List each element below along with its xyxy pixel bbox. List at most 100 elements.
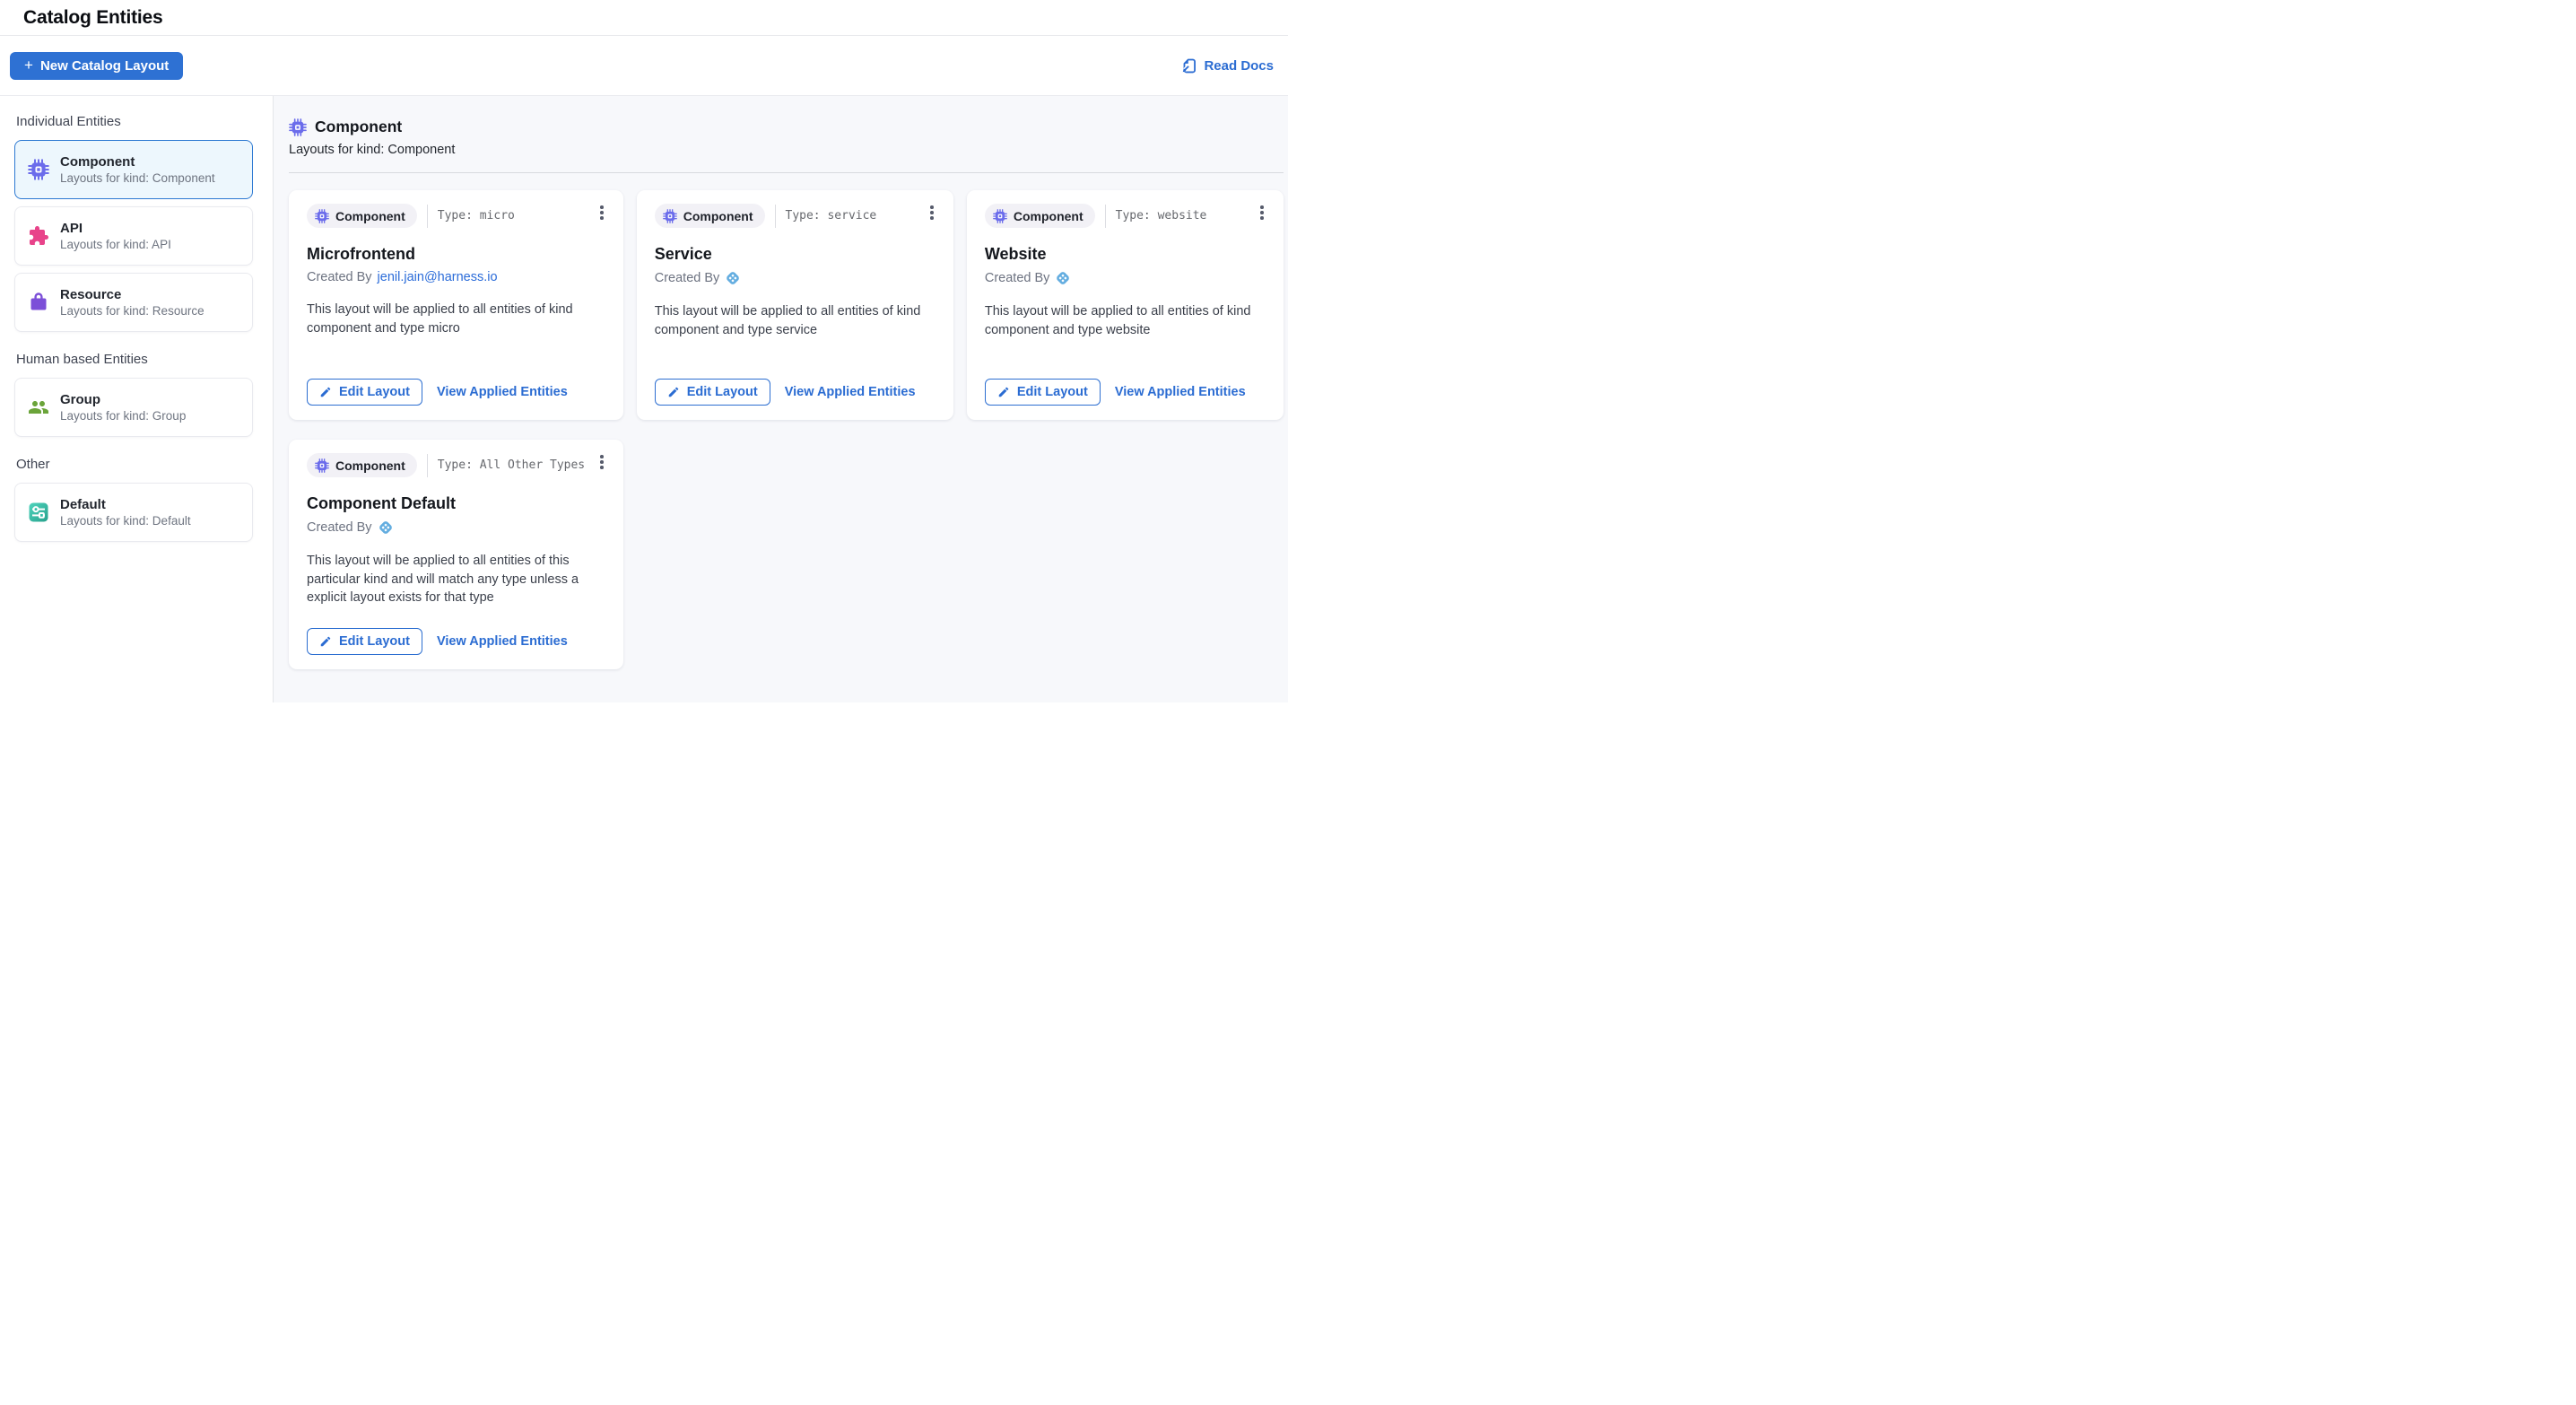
briefcase-icon <box>28 292 49 313</box>
badge-label: Component <box>335 458 405 473</box>
read-docs-link[interactable]: Read Docs <box>1180 57 1274 74</box>
content-split: Individual Entities Component Layouts fo… <box>0 95 1288 702</box>
sidebar-item-subtitle: Layouts for kind: API <box>60 238 171 251</box>
created-by-label: Created By <box>307 520 372 535</box>
edit-layout-button[interactable]: Edit Layout <box>655 379 770 406</box>
layout-cards-grid: Component Type: micro Microfrontend Crea… <box>289 190 1284 669</box>
kebab-menu-icon[interactable] <box>595 202 609 223</box>
harness-logo-icon <box>1055 270 1071 286</box>
read-docs-label: Read Docs <box>1204 58 1274 74</box>
top-bar: Catalog Entities <box>0 0 1288 36</box>
kind-subheading: Layouts for kind: Component <box>289 143 1284 157</box>
layout-description: This layout will be applied to all entit… <box>307 301 592 337</box>
kind-badge: Component <box>985 204 1095 228</box>
edit-layout-button[interactable]: Edit Layout <box>985 379 1101 406</box>
type-text: Type: micro <box>438 209 515 223</box>
sidebar-item-subtitle: Layouts for kind: Component <box>60 171 215 185</box>
sidebar-section-other: Other Default Layouts for kind: Default <box>14 457 253 542</box>
harness-logo-icon <box>378 519 394 536</box>
created-by-label: Created By <box>655 271 720 285</box>
layouts-panel: Component Layouts for kind: Component Co… <box>274 96 1288 702</box>
pencil-icon <box>319 386 332 398</box>
kind-badge: Component <box>307 204 417 228</box>
sidebar-item-default[interactable]: Default Layouts for kind: Default <box>14 483 253 542</box>
new-catalog-layout-label: New Catalog Layout <box>40 58 169 74</box>
view-applied-entities-link[interactable]: View Applied Entities <box>437 385 568 399</box>
kebab-menu-icon[interactable] <box>595 451 609 473</box>
type-text: Type: All Other Types <box>438 458 585 472</box>
kind-badge: Component <box>655 204 765 228</box>
sidebar-item-subtitle: Layouts for kind: Resource <box>60 304 205 318</box>
view-applied-entities-link[interactable]: View Applied Entities <box>785 385 916 399</box>
sliders-icon <box>28 502 49 523</box>
kind-header: Component <box>289 118 1284 136</box>
layout-title: Component Default <box>307 494 609 513</box>
plus-icon: + <box>24 57 33 73</box>
sidebar-item-api[interactable]: API Layouts for kind: API <box>14 206 253 266</box>
edit-layout-button[interactable]: Edit Layout <box>307 628 422 655</box>
sidebar-item-title: Default <box>60 497 191 512</box>
kind-badge: Component <box>307 453 417 477</box>
sidebar-item-subtitle: Layouts for kind: Group <box>60 409 186 423</box>
kind-heading: Component <box>315 118 402 136</box>
kebab-menu-icon[interactable] <box>1255 202 1269 223</box>
component-chip-icon <box>663 209 677 223</box>
badge-label: Component <box>335 209 405 223</box>
vertical-divider <box>1105 205 1106 228</box>
sidebar-section-human: Human based Entities Group Layouts for k… <box>14 352 253 437</box>
catalog-entities-page: Catalog Entities + New Catalog Layout Re… <box>0 0 1288 702</box>
sidebar-item-component[interactable]: Component Layouts for kind: Component <box>14 140 253 199</box>
sidebar-item-title: Resource <box>60 287 205 302</box>
badge-label: Component <box>1014 209 1083 223</box>
puzzle-icon <box>28 225 49 247</box>
sidebar-section-individual: Individual Entities Component Layouts fo… <box>14 114 253 332</box>
layout-title: Service <box>655 245 939 264</box>
section-label: Human based Entities <box>16 352 251 367</box>
edit-layout-button[interactable]: Edit Layout <box>307 379 422 406</box>
sidebar-item-title: Component <box>60 154 215 170</box>
sidebar-item-group[interactable]: Group Layouts for kind: Group <box>14 378 253 437</box>
type-text: Type: website <box>1116 209 1207 223</box>
pencil-icon <box>667 386 680 398</box>
vertical-divider <box>775 205 776 228</box>
sidebar-item-subtitle: Layouts for kind: Default <box>60 514 191 528</box>
layout-card-service: Component Type: service Service Created … <box>637 190 953 420</box>
vertical-divider <box>427 205 428 228</box>
new-catalog-layout-button[interactable]: + New Catalog Layout <box>10 52 183 80</box>
component-chip-icon <box>28 159 49 180</box>
layout-title: Website <box>985 245 1269 264</box>
pencil-icon <box>319 635 332 648</box>
component-chip-icon <box>993 209 1007 223</box>
created-by-label: Created By <box>985 271 1050 285</box>
vertical-divider <box>427 454 428 477</box>
layout-card-component-default: Component Type: All Other Types Componen… <box>289 440 623 669</box>
sidebar-item-resource[interactable]: Resource Layouts for kind: Resource <box>14 273 253 332</box>
layout-card-microfrontend: Component Type: micro Microfrontend Crea… <box>289 190 623 420</box>
sidebar-item-title: API <box>60 221 171 236</box>
layout-title: Microfrontend <box>307 245 609 264</box>
layout-description: This layout will be applied to all entit… <box>307 552 592 607</box>
view-applied-entities-link[interactable]: View Applied Entities <box>1115 385 1246 399</box>
badge-label: Component <box>683 209 753 223</box>
page-title: Catalog Entities <box>23 7 163 29</box>
doc-arrow-icon <box>1180 57 1197 74</box>
toolbar: + New Catalog Layout Read Docs <box>0 36 1288 95</box>
created-by-link[interactable]: jenil.jain@harness.io <box>378 270 498 284</box>
layout-card-website: Component Type: website Website Created … <box>967 190 1284 420</box>
layout-description: This layout will be applied to all entit… <box>985 302 1269 339</box>
view-applied-entities-link[interactable]: View Applied Entities <box>437 634 568 649</box>
component-chip-icon <box>289 118 307 136</box>
component-chip-icon <box>315 458 329 473</box>
divider <box>289 172 1284 173</box>
component-chip-icon <box>315 209 329 223</box>
people-icon <box>28 397 49 418</box>
kebab-menu-icon[interactable] <box>925 202 939 223</box>
kinds-sidebar: Individual Entities Component Layouts fo… <box>0 96 274 702</box>
section-label: Individual Entities <box>16 114 251 129</box>
type-text: Type: service <box>786 209 877 223</box>
sidebar-item-title: Group <box>60 392 186 407</box>
layout-description: This layout will be applied to all entit… <box>655 302 939 339</box>
section-label: Other <box>16 457 251 472</box>
pencil-icon <box>997 386 1010 398</box>
created-by-label: Created By <box>307 270 372 284</box>
